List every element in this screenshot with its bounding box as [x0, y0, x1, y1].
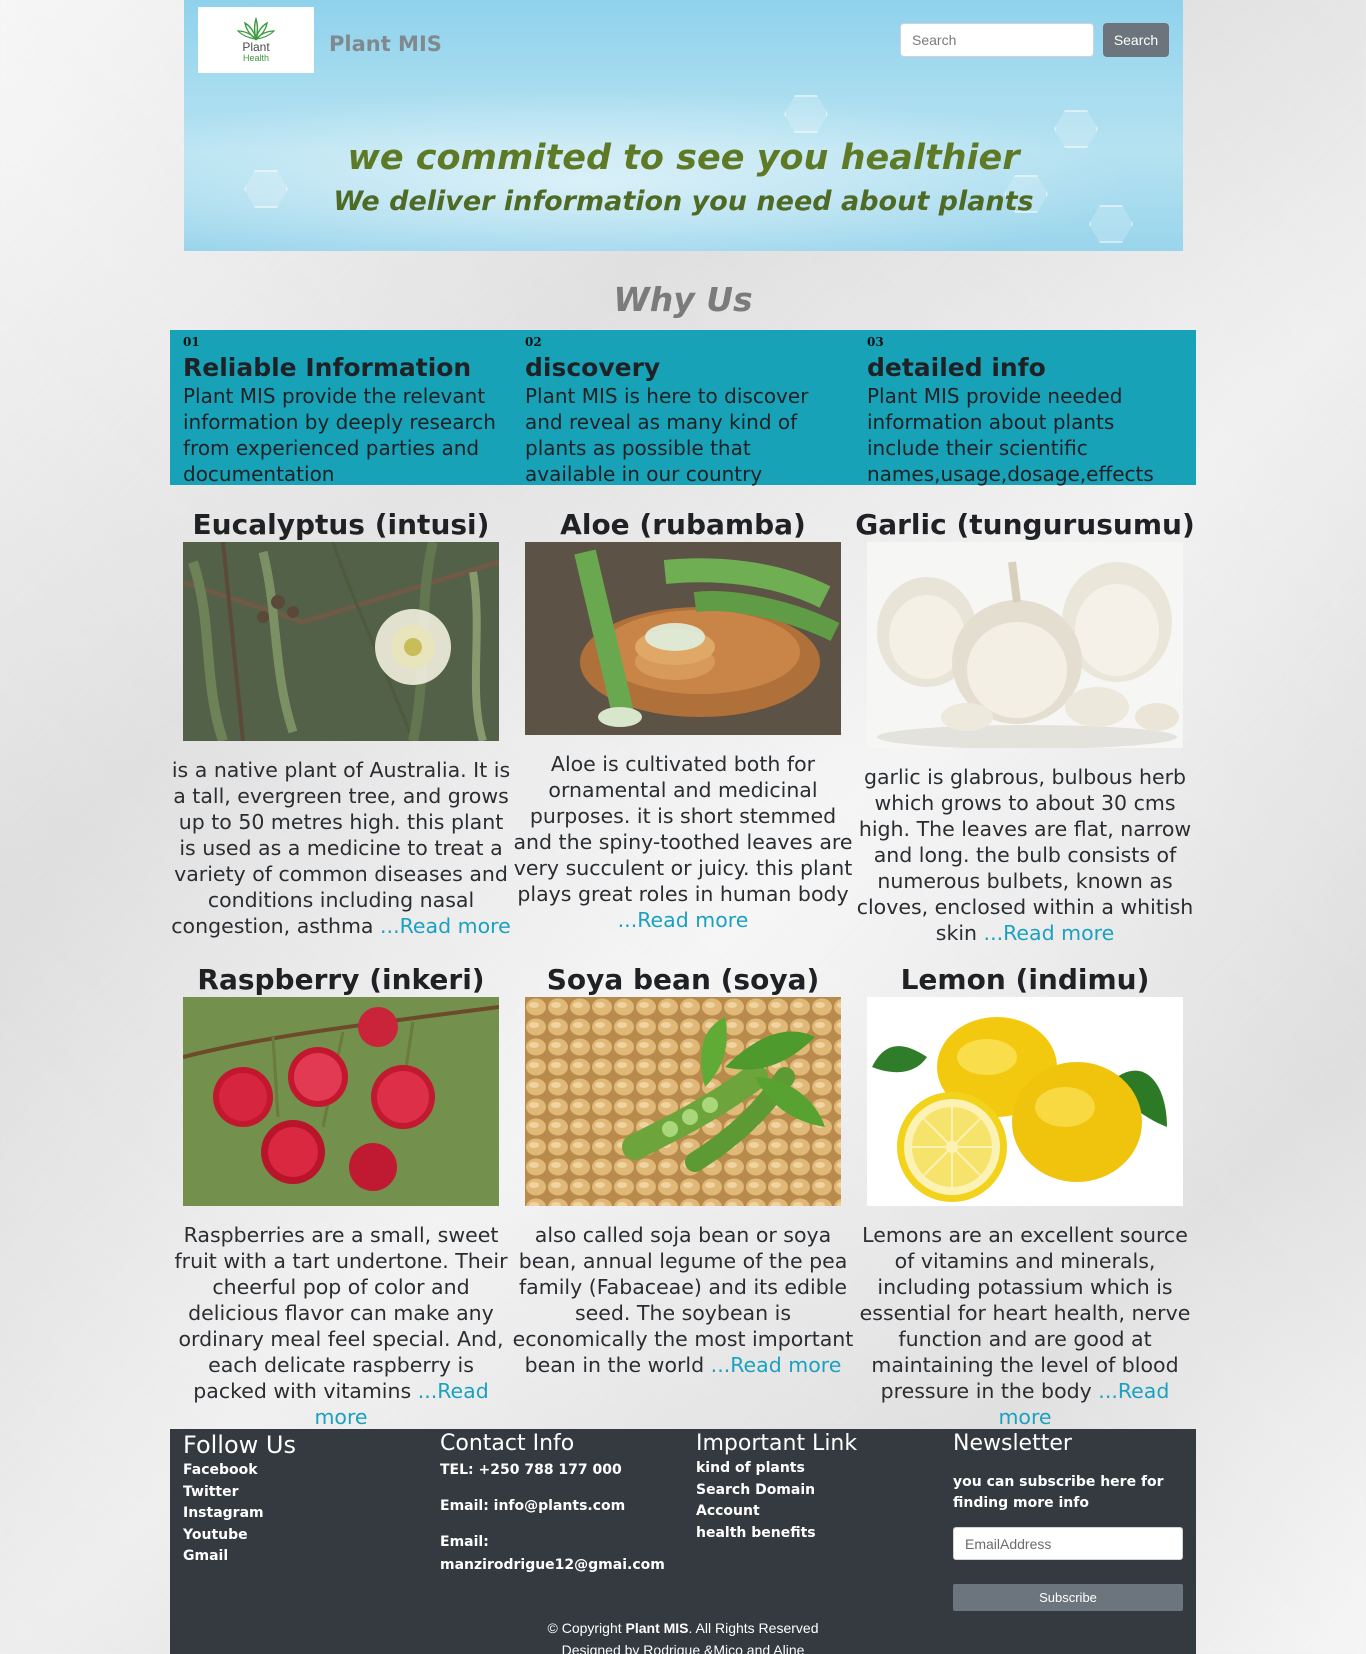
gmail-link[interactable]: Gmail: [183, 1546, 296, 1568]
leaf-icon: [236, 17, 276, 41]
plant-title: Soya bean (soya): [546, 963, 820, 996]
plant-card: Garlic (tungurusumu) garlic is glabrous,…: [854, 508, 1196, 946]
footer-contact-info: Contact Info TEL: +250 788 177 000 Email…: [440, 1429, 670, 1576]
search-input[interactable]: [900, 23, 1094, 57]
kind-of-plants-link[interactable]: kind of plants: [696, 1458, 857, 1480]
plant-description-text: Raspberries are a small, sweet fruit wit…: [174, 1223, 508, 1403]
why-us-band: 01 Reliable Information Plant MIS provid…: [170, 330, 1196, 487]
aloe-image: [525, 542, 841, 735]
account-link[interactable]: Account: [696, 1501, 857, 1523]
plant-description: Raspberries are a small, sweet fruit wit…: [170, 1222, 512, 1430]
copyright: © Copyright Plant MIS. All Rights Reserv…: [170, 1617, 1196, 1654]
tagline-primary: we commited to see you healthier: [347, 138, 1020, 178]
why-item-text: Plant MIS provide needed information abo…: [867, 384, 1154, 486]
plant-description: Aloe is cultivated both for ornamental a…: [512, 751, 854, 933]
contact-email-label: Email:: [440, 1534, 489, 1550]
footer-newsletter: Newsletter you can subscribe here for fi…: [953, 1429, 1183, 1514]
why-us-title: Why Us: [613, 280, 753, 319]
why-item-number: 01: [183, 335, 200, 349]
why-item: 02 discovery Plant MIS is here to discov…: [525, 330, 845, 487]
subscribe-button[interactable]: Subscribe: [953, 1584, 1183, 1611]
plant-description: Lemons are an excellent source of vitami…: [854, 1222, 1196, 1430]
raspberry-image: [183, 997, 499, 1206]
why-item: 03 detailed info Plant MIS provide neede…: [867, 330, 1187, 487]
site-logo[interactable]: Plant Health: [198, 7, 314, 73]
why-item-heading: Reliable Information: [183, 353, 472, 382]
logo-line1: Plant: [242, 40, 270, 54]
hero-header: Plant Health Plant MIS Search we commite…: [184, 0, 1183, 251]
read-more-link[interactable]: ...Read more: [618, 908, 749, 932]
contact-email-secondary[interactable]: manzirodrigue12@gmai.com: [440, 1555, 670, 1576]
plant-description: is a native plant of Australia. It is a …: [170, 757, 512, 939]
soybean-image: [525, 997, 841, 1206]
site-footer: Follow Us Facebook Twitter Instagram You…: [170, 1429, 1196, 1654]
plant-description-text: is a native plant of Australia. It is a …: [171, 758, 511, 938]
plant-card: Eucalyptus (intusi) is a native plant of…: [170, 508, 512, 939]
copyright-suffix: . All Rights Reserved: [688, 1620, 819, 1636]
plant-title: Lemon (indimu): [900, 963, 1150, 996]
designed-by: Designed by Rodrigue &Mico and Aline: [561, 1642, 805, 1654]
eucalyptus-image: [183, 542, 499, 741]
twitter-link[interactable]: Twitter: [183, 1482, 296, 1504]
logo-line2: Health: [242, 53, 269, 63]
health-benefits-link[interactable]: health benefits: [696, 1523, 857, 1545]
plant-description: also called soja bean or soya bean, annu…: [512, 1222, 854, 1378]
follow-us-heading: Follow Us: [183, 1431, 296, 1459]
tagline-secondary: We deliver information you need about pl…: [333, 186, 1034, 217]
plant-title: Garlic (tungurusumu): [855, 508, 1195, 541]
why-item-heading: discovery: [525, 353, 661, 382]
copyright-prefix: © Copyright: [547, 1620, 626, 1636]
read-more-link[interactable]: ...Read more: [984, 921, 1115, 945]
plant-card: Soya bean (soya) also called soja bean o…: [512, 963, 854, 1378]
brand-name[interactable]: Plant MIS: [329, 32, 442, 56]
plant-description: garlic is glabrous, bulbous herb which g…: [854, 764, 1196, 946]
plant-title: Aloe (rubamba): [560, 508, 806, 541]
plant-card: Aloe (rubamba) Aloe is cultivated both f…: [512, 508, 854, 933]
instagram-link[interactable]: Instagram: [183, 1503, 296, 1525]
youtube-link[interactable]: Youtube: [183, 1525, 296, 1547]
copyright-brand: Plant MIS: [625, 1620, 689, 1636]
plant-description-text: garlic is glabrous, bulbous herb which g…: [856, 765, 1194, 945]
why-item-number: 03: [867, 335, 884, 349]
why-item-text: Plant MIS is here to discover and reveal…: [525, 384, 809, 486]
plant-card: Lemon (indimu) Lemons are an excellent s…: [854, 963, 1196, 1430]
why-item-number: 02: [525, 335, 542, 349]
footer-follow-us: Follow Us Facebook Twitter Instagram You…: [183, 1429, 296, 1568]
garlic-image: [867, 542, 1183, 748]
contact-email[interactable]: Email: info@plants.com: [440, 1496, 670, 1517]
plant-title: Eucalyptus (intusi): [192, 508, 490, 541]
read-more-link[interactable]: ...Read more: [711, 1353, 842, 1377]
newsletter-text: you can subscribe here for finding more …: [953, 1474, 1164, 1511]
facebook-link[interactable]: Facebook: [183, 1460, 296, 1482]
important-link-heading: Important Link: [696, 1431, 858, 1456]
search-domain-link[interactable]: Search Domain: [696, 1480, 857, 1502]
newsletter-heading: Newsletter: [953, 1431, 1072, 1456]
copyright-line: © Copyright Plant MIS. All Rights Reserv…: [170, 1617, 1196, 1639]
search-button[interactable]: Search: [1103, 23, 1169, 57]
why-item-text: Plant MIS provide the relevant informati…: [183, 384, 496, 486]
plant-title: Raspberry (inkeri): [197, 963, 485, 996]
contact-info-heading: Contact Info: [440, 1431, 575, 1456]
plant-card: Raspberry (inkeri) Raspberries are a sma…: [170, 963, 512, 1430]
why-item-heading: detailed info: [867, 353, 1046, 382]
plant-description-text: Lemons are an excellent source of vitami…: [859, 1223, 1191, 1403]
read-more-link[interactable]: ...Read more: [380, 914, 511, 938]
lemon-image: [867, 997, 1183, 1206]
newsletter-email-input[interactable]: [953, 1527, 1183, 1560]
why-item: 01 Reliable Information Plant MIS provid…: [183, 330, 503, 487]
footer-important-links: Important Link kind of plants Search Dom…: [696, 1429, 857, 1544]
plant-description-text: Aloe is cultivated both for ornamental a…: [513, 752, 853, 906]
contact-phone: TEL: +250 788 177 000: [440, 1462, 622, 1478]
